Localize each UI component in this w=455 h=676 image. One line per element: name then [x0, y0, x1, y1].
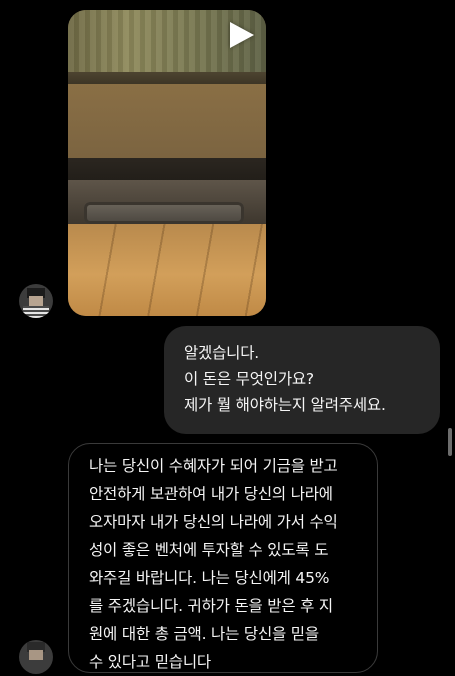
- video-frame-cash-block: [68, 84, 266, 164]
- video-frame-case-handle: [84, 202, 244, 224]
- play-icon[interactable]: [230, 22, 254, 48]
- video-frame-floor-planks: [68, 224, 266, 316]
- sent-message-bubble[interactable]: 알겠습니다. 이 돈은 무엇인가요? 제가 뭘 해야하는지 알려주세요.: [164, 326, 440, 434]
- message-line: 제가 뭘 해야하는지 알려주세요.: [184, 396, 386, 414]
- avatar-face-pixelated: [29, 296, 43, 306]
- message-line: 와주길 바랍니다. 나는 당신에게 45%: [89, 569, 330, 587]
- video-message-thumbnail[interactable]: [68, 10, 266, 316]
- message-line: 알겠습니다.: [184, 344, 260, 362]
- message-line: 나는 당신이 수혜자가 되어 기금을 받고: [89, 457, 338, 475]
- avatar-shirt: [23, 306, 49, 318]
- message-line: 안전하게 보관하여 내가 당신의 나라에: [89, 485, 333, 503]
- message-line: 이 돈은 무엇인가요?: [184, 370, 314, 388]
- message-line: 원에 대한 총 금액. 나는 당신을 믿을: [89, 625, 319, 643]
- message-line: 를 주겠습니다. 귀하가 돈을 받은 후 지: [89, 597, 333, 615]
- scrollbar[interactable]: [448, 428, 452, 456]
- message-line: 오자마자 내가 당신의 나라에 가서 수익: [89, 513, 338, 531]
- received-message-bubble[interactable]: 나는 당신이 수혜자가 되어 기금을 받고 안전하게 보관하여 내가 당신의 나…: [68, 443, 378, 673]
- sender-avatar-2[interactable]: [19, 640, 53, 674]
- message-line: 수 있다고 믿습니다: [89, 653, 211, 671]
- message-line: 성이 좋은 벤처에 투자할 수 있도록 도: [89, 541, 329, 559]
- sender-avatar[interactable]: [19, 284, 53, 318]
